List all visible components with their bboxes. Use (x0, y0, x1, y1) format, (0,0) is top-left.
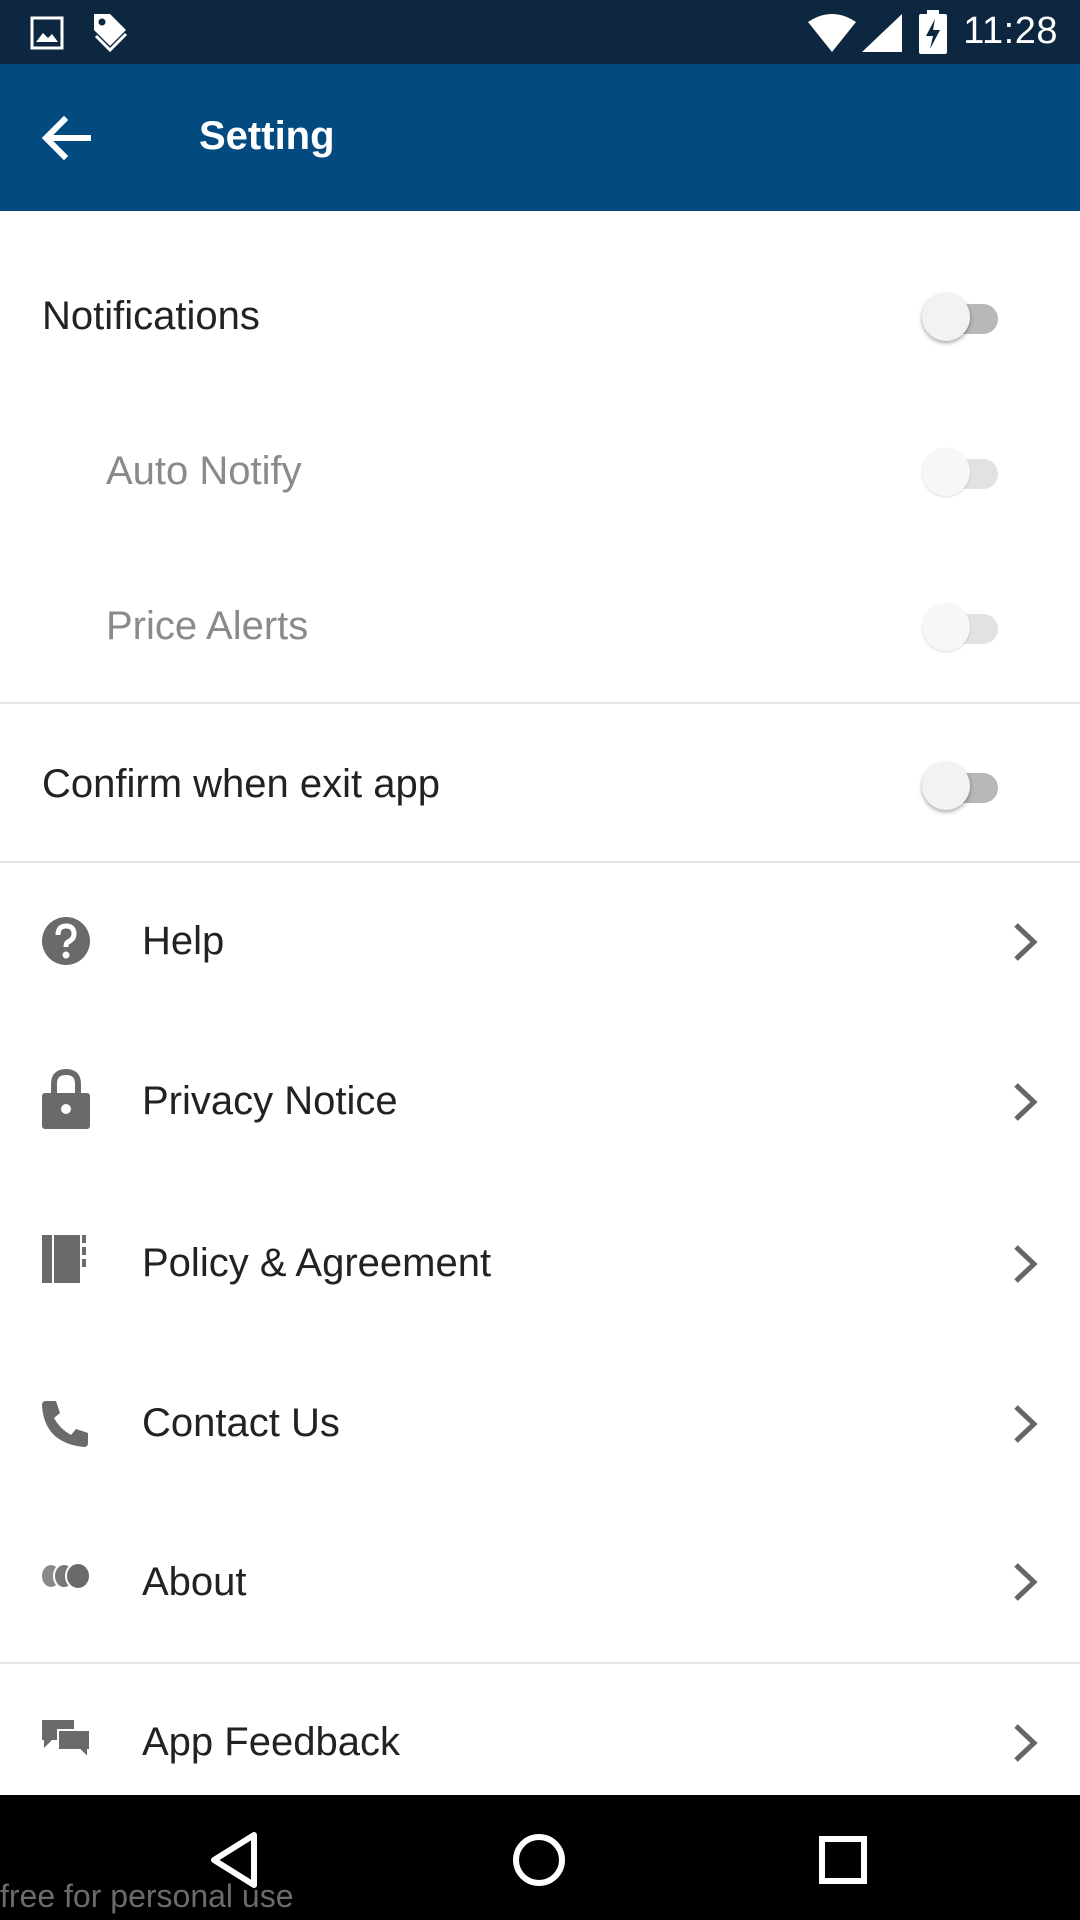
menu-item-label: Privacy Notice (142, 1079, 398, 1123)
recents-square-icon (819, 1836, 867, 1884)
lock-icon (42, 1068, 90, 1129)
chevron-right-icon (1014, 1405, 1038, 1443)
notifications-row[interactable]: Notifications (0, 211, 1080, 366)
chevron-right-icon (1014, 1245, 1038, 1283)
chevron-right-icon (1014, 1724, 1038, 1762)
menu-item-help[interactable]: Help (0, 863, 1080, 1023)
home-circle-icon (513, 1834, 565, 1886)
circles-icon (42, 1562, 91, 1590)
image-icon (30, 16, 64, 50)
auto-notify-switch[interactable] (922, 442, 1004, 496)
battery-charging-icon (919, 10, 947, 54)
chevron-right-icon (1014, 1563, 1038, 1601)
auto-notify-row[interactable]: Auto Notify (0, 366, 1080, 521)
menu-item-label: About (142, 1560, 247, 1604)
nav-home-button[interactable] (504, 1825, 574, 1895)
help-circle-icon (42, 917, 90, 965)
book-icon (42, 1235, 86, 1283)
app-bar: Setting (0, 64, 1080, 211)
menu-item-label: Contact Us (142, 1401, 340, 1445)
confirm-exit-row[interactable]: Confirm when exit app (0, 704, 1080, 861)
menu-item-privacy-notice[interactable]: Privacy Notice (0, 1023, 1080, 1185)
notifications-switch[interactable] (922, 287, 1004, 341)
back-button[interactable] (38, 110, 108, 166)
confirm-exit-label: Confirm when exit app (42, 762, 440, 806)
arrow-left-icon (41, 115, 91, 161)
confirm-exit-switch[interactable] (922, 756, 1004, 810)
menu-item-contact-us[interactable]: Contact Us (0, 1345, 1080, 1505)
price-alerts-switch[interactable] (922, 597, 1004, 651)
menu-item-policy-agreement[interactable]: Policy & Agreement (0, 1185, 1080, 1345)
watermark-text: free for personal use (0, 1878, 294, 1914)
page-title: Setting (199, 114, 335, 158)
status-bar: 11:28 (0, 0, 1080, 64)
status-time: 11:28 (963, 10, 1058, 52)
price-alerts-label: Price Alerts (106, 604, 309, 648)
menu-item-label: App Feedback (142, 1720, 400, 1764)
settings-content: Notifications Auto Notify Price Alerts C… (0, 211, 1080, 1795)
signal-icon (862, 14, 902, 52)
tag-icon (94, 14, 128, 53)
chevron-right-icon (1014, 923, 1038, 961)
feedback-icon (42, 1720, 91, 1758)
notifications-label: Notifications (42, 294, 260, 338)
auto-notify-label: Auto Notify (106, 449, 302, 493)
menu-item-label: Help (142, 919, 225, 963)
wifi-icon (808, 14, 856, 52)
price-alerts-row[interactable]: Price Alerts (0, 521, 1080, 676)
menu-item-app-feedback[interactable]: App Feedback (0, 1664, 1080, 1795)
chevron-right-icon (1014, 1083, 1038, 1121)
menu-item-label: Policy & Agreement (142, 1241, 492, 1285)
nav-recents-button[interactable] (808, 1825, 878, 1895)
menu-item-about[interactable]: About (0, 1505, 1080, 1665)
phone-icon (42, 1401, 88, 1447)
